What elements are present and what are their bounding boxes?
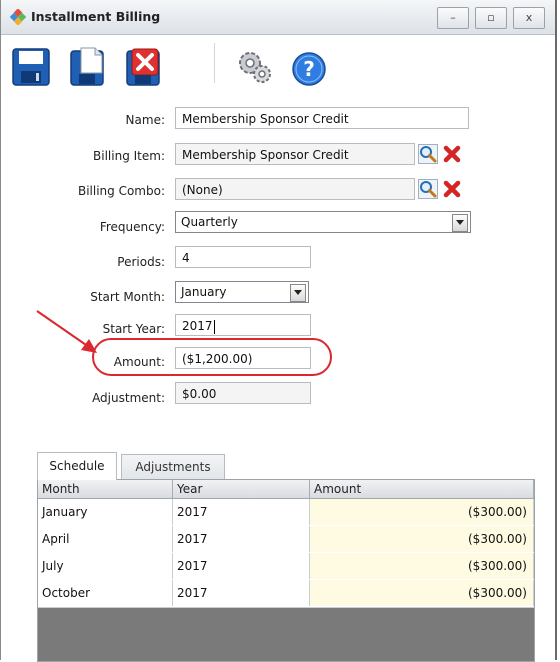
save-icon[interactable] (9, 45, 53, 89)
installment-billing-window: Installment Billing – ▫ x ? Name: Member… (0, 0, 557, 662)
amount-cell[interactable]: ($300.00) (310, 499, 534, 525)
year-cell: 2017 (173, 553, 310, 579)
month-cell: January (38, 499, 173, 525)
title-bar[interactable]: Installment Billing – ▫ x (1, 0, 555, 35)
close-button[interactable]: x (513, 7, 545, 29)
toolbar-separator (214, 43, 215, 83)
grid-header: Month Year Amount (38, 480, 534, 499)
tab-adjustments[interactable]: Adjustments (121, 454, 225, 479)
gears-icon[interactable] (233, 45, 277, 89)
year-cell: 2017 (173, 499, 310, 525)
annotation-highlight (36, 310, 332, 376)
annotation-oval (92, 338, 332, 376)
amount-cell[interactable]: ($300.00) (310, 526, 534, 552)
name-input[interactable]: Membership Sponsor Credit (175, 107, 469, 129)
toolbar: ? (1, 35, 555, 95)
column-header-month[interactable]: Month (38, 480, 173, 498)
billing-item-search-icon[interactable] (418, 144, 438, 164)
billing-combo-label: Billing Combo: (77, 184, 165, 198)
table-row[interactable]: July 2017 ($300.00) (38, 553, 534, 581)
name-label: Name: (125, 113, 165, 127)
annotation-arrow-head (81, 339, 97, 353)
frequency-select[interactable]: Quarterly (175, 211, 471, 233)
tab-schedule[interactable]: Schedule (37, 452, 117, 480)
delete-icon[interactable] (121, 45, 165, 89)
amount-cell[interactable]: ($300.00) (310, 553, 534, 579)
billing-item-field[interactable]: Membership Sponsor Credit (175, 143, 415, 165)
column-header-amount[interactable]: Amount (310, 480, 534, 498)
table-row[interactable]: October 2017 ($300.00) (38, 580, 534, 608)
save-new-icon[interactable] (65, 45, 109, 89)
periods-input[interactable]: 4 (175, 246, 311, 268)
frequency-label: Frequency: (99, 220, 165, 234)
month-cell: April (38, 526, 173, 552)
periods-label: Periods: (117, 255, 165, 269)
adjustment-field: $0.00 (175, 382, 311, 404)
billing-item-clear-icon[interactable] (442, 144, 462, 164)
billing-combo-clear-icon[interactable] (442, 179, 462, 199)
annotation-arrow-line (36, 310, 90, 348)
frequency-value: Quarterly (181, 215, 238, 229)
year-cell: 2017 (173, 526, 310, 552)
table-row[interactable]: January 2017 ($300.00) (38, 499, 534, 527)
schedule-grid: Month Year Amount January 2017 ($300.00)… (37, 479, 535, 662)
chevron-down-icon (456, 220, 464, 225)
month-cell: July (38, 553, 173, 579)
month-cell: October (38, 580, 173, 606)
adjustment-label: Adjustment: (92, 391, 165, 405)
svg-text:?: ? (303, 57, 315, 81)
help-icon[interactable]: ? (287, 45, 331, 89)
table-row[interactable]: April 2017 ($300.00) (38, 526, 534, 554)
frequency-dropdown-button[interactable] (452, 214, 468, 232)
minimize-button[interactable]: – (437, 7, 469, 29)
billing-combo-field[interactable]: (None) (175, 178, 415, 200)
app-icon (10, 9, 26, 25)
amount-cell[interactable]: ($300.00) (310, 580, 534, 606)
window-title: Installment Billing (31, 9, 161, 24)
year-cell: 2017 (173, 580, 310, 606)
column-header-year[interactable]: Year (173, 480, 310, 498)
billing-combo-search-icon[interactable] (418, 179, 438, 199)
maximize-button[interactable]: ▫ (475, 7, 507, 29)
billing-item-label: Billing Item: (93, 149, 165, 163)
